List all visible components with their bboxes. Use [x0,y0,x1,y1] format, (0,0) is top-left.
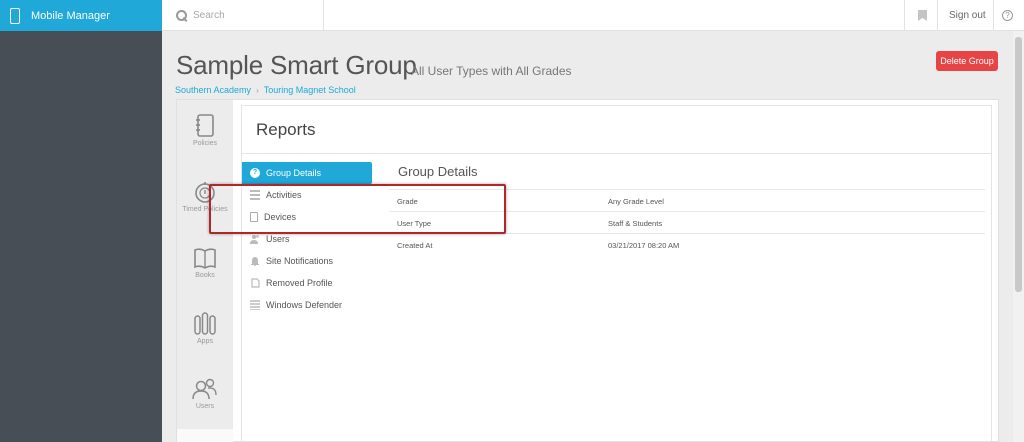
divider [904,0,905,31]
row-value: Staff & Students [608,219,663,228]
app-name: Mobile Manager [31,9,110,22]
menu-item-label: Removed Profile [266,278,333,288]
breadcrumb-item[interactable]: Southern Academy [175,85,251,95]
users-icon [192,378,217,400]
tool-strip [177,429,233,442]
menu-item-label: Users [266,234,290,244]
tool-label: Policies [192,140,218,147]
search-input[interactable]: Search [193,10,225,21]
search-icon [176,10,187,21]
brand[interactable]: Mobile Manager [0,0,162,31]
menu-item-group-details[interactable]: ? Group Details [242,162,372,184]
bell-icon [251,257,259,266]
removed-profile-icon [251,278,260,288]
divider [937,0,938,31]
menu-item-site-notifications[interactable]: Site Notifications [242,250,372,272]
page-subtitle: All User Types with All Grades [411,64,572,78]
users-icon [250,235,259,244]
question-circle-icon: ? [250,168,260,178]
left-sidebar [0,31,162,442]
reports-panel: Reports ? Group Details Activities Devic… [241,105,992,442]
tool-label: Apps [197,338,213,345]
tool-label: Books [195,272,215,279]
notebook-icon [196,114,214,137]
divider [993,0,994,31]
divider [242,153,991,154]
bookmark-icon[interactable] [918,10,927,21]
book-icon [194,248,216,269]
tool-users[interactable]: Users [177,377,233,411]
highlight-box [209,184,506,234]
phone-icon [10,7,20,24]
menu-item-removed-profile[interactable]: Removed Profile [242,272,372,294]
breadcrumb: Southern Academy › Touring Magnet School [175,85,356,95]
page-title: Sample Smart Group [176,50,417,80]
sign-out-link[interactable]: Sign out [949,0,986,31]
tool-column: Policies Timed Policies Books Apps Users [177,100,233,442]
delete-group-button[interactable]: Delete Group [936,51,998,71]
top-bar: Mobile Manager Search Sign out ? [0,0,1024,31]
shield-icon [250,300,260,310]
menu-item-label: Windows Defender [266,300,343,310]
scrollbar[interactable] [1013,31,1024,442]
help-icon[interactable]: ? [1002,10,1013,21]
reports-title: Reports [256,120,316,139]
scrollbar-thumb[interactable] [1015,37,1022,292]
row-value: 03/21/2017 08:20 AM [608,241,680,250]
chevron-right-icon: › [256,85,259,95]
menu-item-windows-defender[interactable]: Windows Defender [242,294,372,316]
main-panel: Policies Timed Policies Books Apps Users… [176,99,999,442]
divider [323,0,324,31]
tool-label: Users [195,403,215,410]
group-details-title: Group Details [398,164,478,179]
menu-item-label: Group Details [266,168,322,178]
breadcrumb-item[interactable]: Touring Magnet School [264,85,356,95]
menu-item-label: Site Notifications [266,256,334,266]
search-box[interactable]: Search [176,0,225,31]
row-value: Any Grade Level [608,197,664,206]
tool-books[interactable]: Books [177,246,233,280]
tool-policies[interactable]: Policies [177,114,233,148]
table-row: Created At 03/21/2017 08:20 AM [389,233,985,255]
tool-apps[interactable]: Apps [177,312,233,346]
row-key: Created At [397,241,433,250]
apps-icon [194,312,216,335]
